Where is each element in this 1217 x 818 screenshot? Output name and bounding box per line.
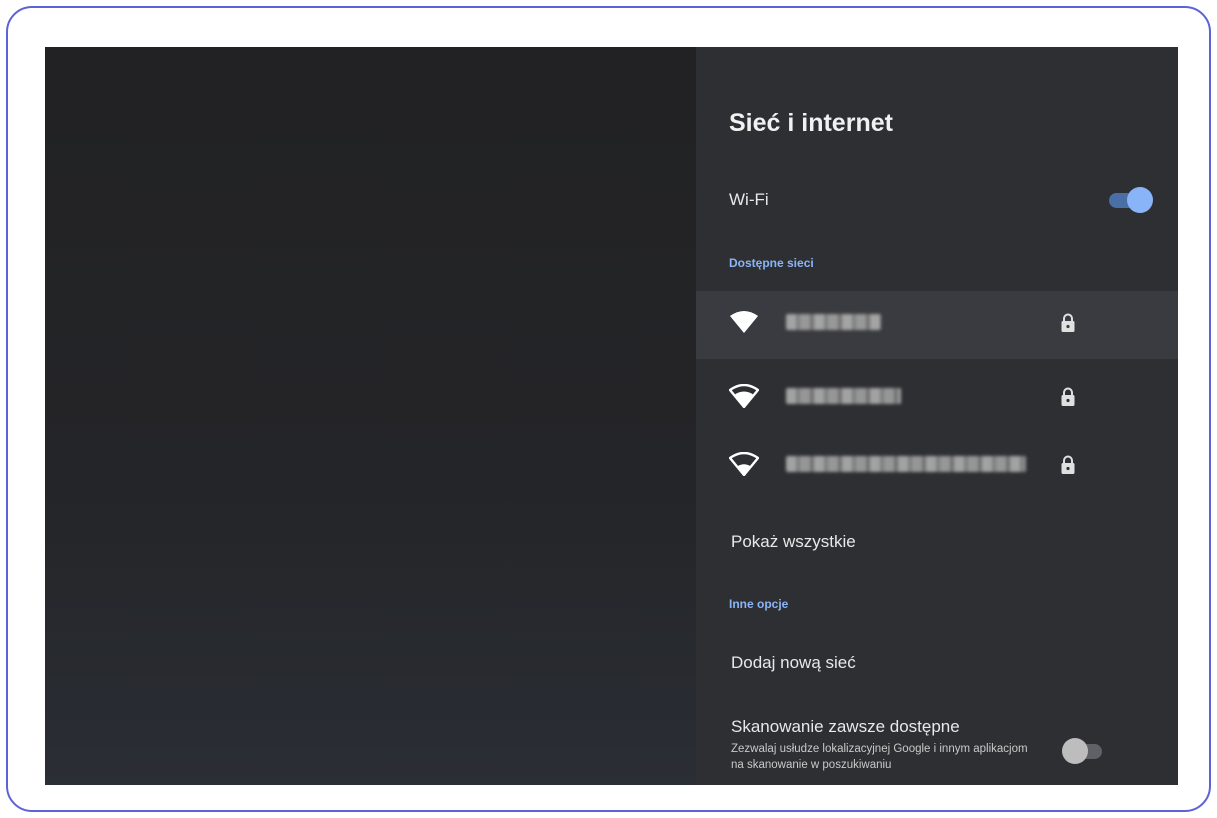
wifi-label: Wi-Fi	[729, 190, 769, 209]
background-area	[45, 47, 696, 785]
tv-screen: Sieć i internet Wi-Fi Dostępne sieci Pok…	[45, 47, 1178, 785]
lock-icon	[1061, 313, 1075, 332]
scan-always-description: Zezwalaj usłudze lokalizacyjnej Google i…	[731, 743, 1028, 771]
lock-icon	[1061, 455, 1075, 474]
wifi-icon	[730, 311, 758, 333]
scan-toggle[interactable]	[1062, 737, 1106, 765]
lock-icon	[1061, 387, 1075, 406]
toggle-knob	[1127, 187, 1153, 213]
toggle-knob	[1062, 738, 1088, 764]
network-row-1[interactable]	[696, 291, 1178, 359]
other-options-header: Inne opcje	[729, 597, 789, 611]
available-networks-header: Dostępne sieci	[729, 256, 814, 270]
network-row-3[interactable]	[696, 433, 1178, 501]
network-name	[786, 388, 901, 404]
wifi-icon	[729, 384, 759, 408]
settings-panel: Sieć i internet Wi-Fi Dostępne sieci Pok…	[696, 47, 1178, 785]
network-name	[786, 456, 1026, 472]
page-title: Sieć i internet	[729, 109, 893, 137]
wifi-icon	[729, 452, 759, 476]
network-row-2[interactable]	[696, 365, 1178, 433]
wifi-toggle[interactable]	[1109, 186, 1153, 214]
add-network-item[interactable]: Dodaj nową sieć	[731, 653, 856, 673]
scan-always-title[interactable]: Skanowanie zawsze dostępne	[731, 717, 960, 737]
show-all-item[interactable]: Pokaż wszystkie	[731, 532, 856, 552]
network-name	[786, 314, 881, 330]
